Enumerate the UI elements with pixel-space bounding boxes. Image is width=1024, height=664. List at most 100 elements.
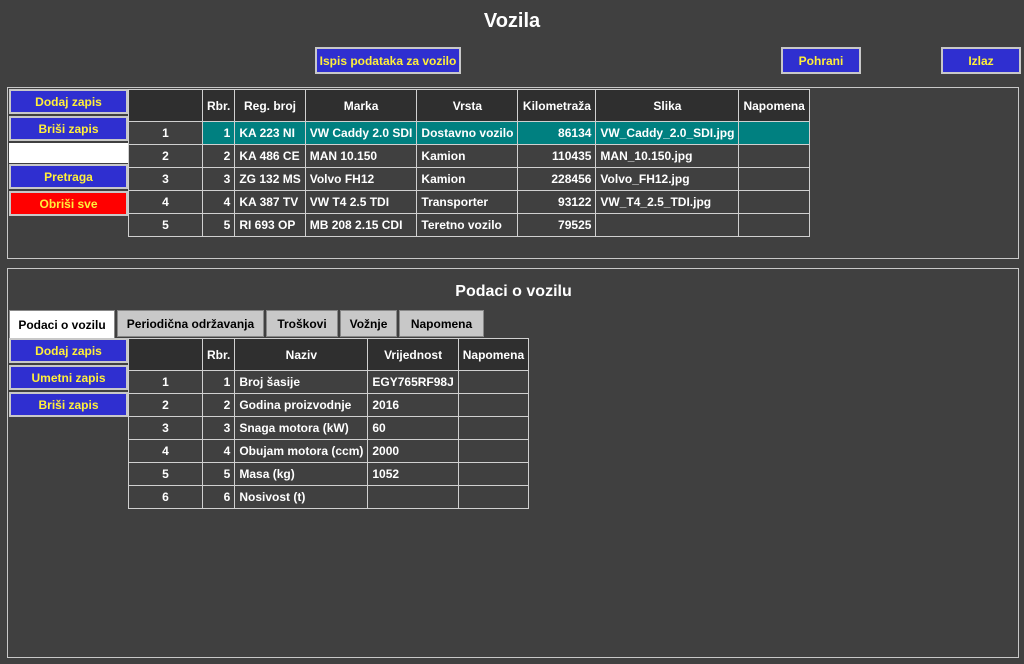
- vehicles-header-3[interactable]: Marka: [304, 89, 418, 122]
- vehicles-cell[interactable]: [738, 144, 810, 168]
- details-cell[interactable]: [457, 485, 530, 509]
- details-cell[interactable]: 1: [201, 370, 236, 394]
- print-vehicle-button[interactable]: Ispis podataka za vozilo: [315, 47, 461, 74]
- vehicles-cell[interactable]: [738, 121, 810, 145]
- vehicles-header-5[interactable]: Kilometraža: [517, 89, 597, 122]
- details-cell[interactable]: 1052: [367, 462, 459, 486]
- vehicles-cell[interactable]: KA 223 NI: [234, 121, 306, 145]
- search-button[interactable]: Pretraga: [9, 164, 128, 189]
- tab-2[interactable]: Troškovi: [266, 310, 338, 337]
- vehicles-cell[interactable]: [738, 213, 810, 237]
- vehicles-header-0[interactable]: [128, 89, 203, 122]
- details-header-0[interactable]: [128, 338, 203, 371]
- vehicles-header-4[interactable]: Vrsta: [416, 89, 519, 122]
- details-header-4[interactable]: Napomena: [457, 338, 530, 371]
- details-cell[interactable]: 2: [201, 393, 236, 417]
- vehicles-header-1[interactable]: Rbr.: [201, 89, 236, 122]
- save-button[interactable]: Pohrani: [781, 47, 861, 74]
- vehicles-cell[interactable]: Volvo_FH12.jpg: [595, 167, 740, 191]
- details-insert-record-button[interactable]: Umetni zapis: [9, 365, 128, 390]
- details-cell[interactable]: [457, 462, 530, 486]
- vehicles-cell[interactable]: 79525: [517, 213, 597, 237]
- vehicles-header-2[interactable]: Reg. broj: [234, 89, 306, 122]
- vehicles-cell[interactable]: Teretno vozilo: [416, 213, 519, 237]
- details-cell[interactable]: Broj šasije: [234, 370, 369, 394]
- details-row[interactable]: 1 1 Broj šasije EGY765RF98J: [128, 370, 530, 394]
- details-cell[interactable]: 5: [201, 462, 236, 486]
- details-cell[interactable]: 3: [201, 416, 236, 440]
- details-header-3[interactable]: Vrijednost: [367, 338, 459, 371]
- delete-record-button[interactable]: Briši zapis: [9, 116, 128, 141]
- details-cell[interactable]: Nosivost (t): [234, 485, 369, 509]
- vehicles-row[interactable]: 2 2 KA 486 CE MAN 10.150 Kamion 110435 MAN_10.…: [128, 144, 810, 168]
- vehicles-cell[interactable]: VW_Caddy_2.0_SDI.jpg: [595, 121, 740, 145]
- vehicles-cell[interactable]: 4: [128, 190, 203, 214]
- details-cell[interactable]: [367, 485, 459, 509]
- vehicles-cell[interactable]: MAN 10.150: [304, 144, 418, 168]
- details-cell[interactable]: 3: [128, 416, 203, 440]
- tab-4[interactable]: Napomena: [399, 310, 484, 337]
- details-cell[interactable]: 4: [128, 439, 203, 463]
- vehicles-cell[interactable]: 5: [128, 213, 203, 237]
- vehicles-cell[interactable]: 2: [128, 144, 203, 168]
- vehicles-row[interactable]: 1 1 KA 223 NI VW Caddy 2.0 SDI Dostavno vozi…: [128, 121, 810, 145]
- details-cell[interactable]: 6: [128, 485, 203, 509]
- vehicles-cell[interactable]: 3: [128, 167, 203, 191]
- vehicles-cell[interactable]: [738, 167, 810, 191]
- vehicles-cell[interactable]: Volvo FH12: [304, 167, 418, 191]
- vehicles-row[interactable]: 4 4 KA 387 TV VW T4 2.5 TDI Transporter 93122…: [128, 190, 810, 214]
- details-cell[interactable]: 2: [128, 393, 203, 417]
- vehicles-cell[interactable]: RI 693 OP: [234, 213, 306, 237]
- exit-button[interactable]: Izlaz: [941, 47, 1021, 74]
- vehicles-cell[interactable]: 86134: [517, 121, 597, 145]
- details-row[interactable]: 2 2 Godina proizvodnje 2016: [128, 393, 530, 417]
- vehicles-cell[interactable]: VW T4 2.5 TDI: [304, 190, 418, 214]
- details-row[interactable]: 3 3 Snaga motora (kW) 60: [128, 416, 530, 440]
- details-cell[interactable]: Masa (kg): [234, 462, 369, 486]
- details-cell[interactable]: 1: [128, 370, 203, 394]
- search-input[interactable]: [9, 143, 128, 163]
- details-row[interactable]: 5 5 Masa (kg) 1052: [128, 462, 530, 486]
- vehicles-cell[interactable]: Kamion: [416, 167, 519, 191]
- vehicles-cell[interactable]: 93122: [517, 190, 597, 214]
- vehicles-cell[interactable]: 110435: [517, 144, 597, 168]
- details-cell[interactable]: [457, 393, 530, 417]
- clear-all-button[interactable]: Obriši sve: [9, 191, 128, 216]
- vehicles-cell[interactable]: 1: [128, 121, 203, 145]
- details-cell[interactable]: 2000: [367, 439, 459, 463]
- vehicles-cell[interactable]: 2: [201, 144, 236, 168]
- add-record-button[interactable]: Dodaj zapis: [9, 89, 128, 114]
- details-add-record-button[interactable]: Dodaj zapis: [9, 338, 128, 363]
- vehicles-cell[interactable]: 4: [201, 190, 236, 214]
- vehicles-cell[interactable]: MB 208 2.15 CDI: [304, 213, 418, 237]
- details-row[interactable]: 4 4 Obujam motora (ccm) 2000: [128, 439, 530, 463]
- vehicles-cell[interactable]: [595, 213, 740, 237]
- details-cell[interactable]: Obujam motora (ccm): [234, 439, 369, 463]
- vehicles-cell[interactable]: [738, 190, 810, 214]
- details-cell[interactable]: 4: [201, 439, 236, 463]
- vehicles-cell[interactable]: 228456: [517, 167, 597, 191]
- details-cell[interactable]: 2016: [367, 393, 459, 417]
- vehicles-cell[interactable]: KA 486 CE: [234, 144, 306, 168]
- vehicles-header-6[interactable]: Slika: [595, 89, 740, 122]
- vehicles-cell[interactable]: ZG 132 MS: [234, 167, 306, 191]
- vehicles-cell[interactable]: MAN_10.150.jpg: [595, 144, 740, 168]
- tab-3[interactable]: Vožnje: [340, 310, 397, 337]
- details-cell[interactable]: 6: [201, 485, 236, 509]
- details-cell[interactable]: Godina proizvodnje: [234, 393, 369, 417]
- tab-0[interactable]: Podaci o vozilu: [9, 310, 115, 338]
- vehicles-cell[interactable]: 1: [201, 121, 236, 145]
- details-cell[interactable]: Snaga motora (kW): [234, 416, 369, 440]
- vehicles-cell[interactable]: 3: [201, 167, 236, 191]
- details-cell[interactable]: [457, 416, 530, 440]
- vehicles-row[interactable]: 3 3 ZG 132 MS Volvo FH12 Kamion 228456 Volvo_F…: [128, 167, 810, 191]
- tab-1[interactable]: Periodična održavanja: [117, 310, 264, 337]
- vehicles-cell[interactable]: 5: [201, 213, 236, 237]
- vehicles-cell[interactable]: VW Caddy 2.0 SDI: [304, 121, 418, 145]
- details-cell[interactable]: [457, 439, 530, 463]
- details-cell[interactable]: [457, 370, 530, 394]
- details-row[interactable]: 6 6 Nosivost (t): [128, 485, 530, 509]
- vehicles-cell[interactable]: VW_T4_2.5_TDI.jpg: [595, 190, 740, 214]
- vehicles-row[interactable]: 5 5 RI 693 OP MB 208 2.15 CDI Teretno vozilo…: [128, 213, 810, 237]
- details-delete-record-button[interactable]: Briši zapis: [9, 392, 128, 417]
